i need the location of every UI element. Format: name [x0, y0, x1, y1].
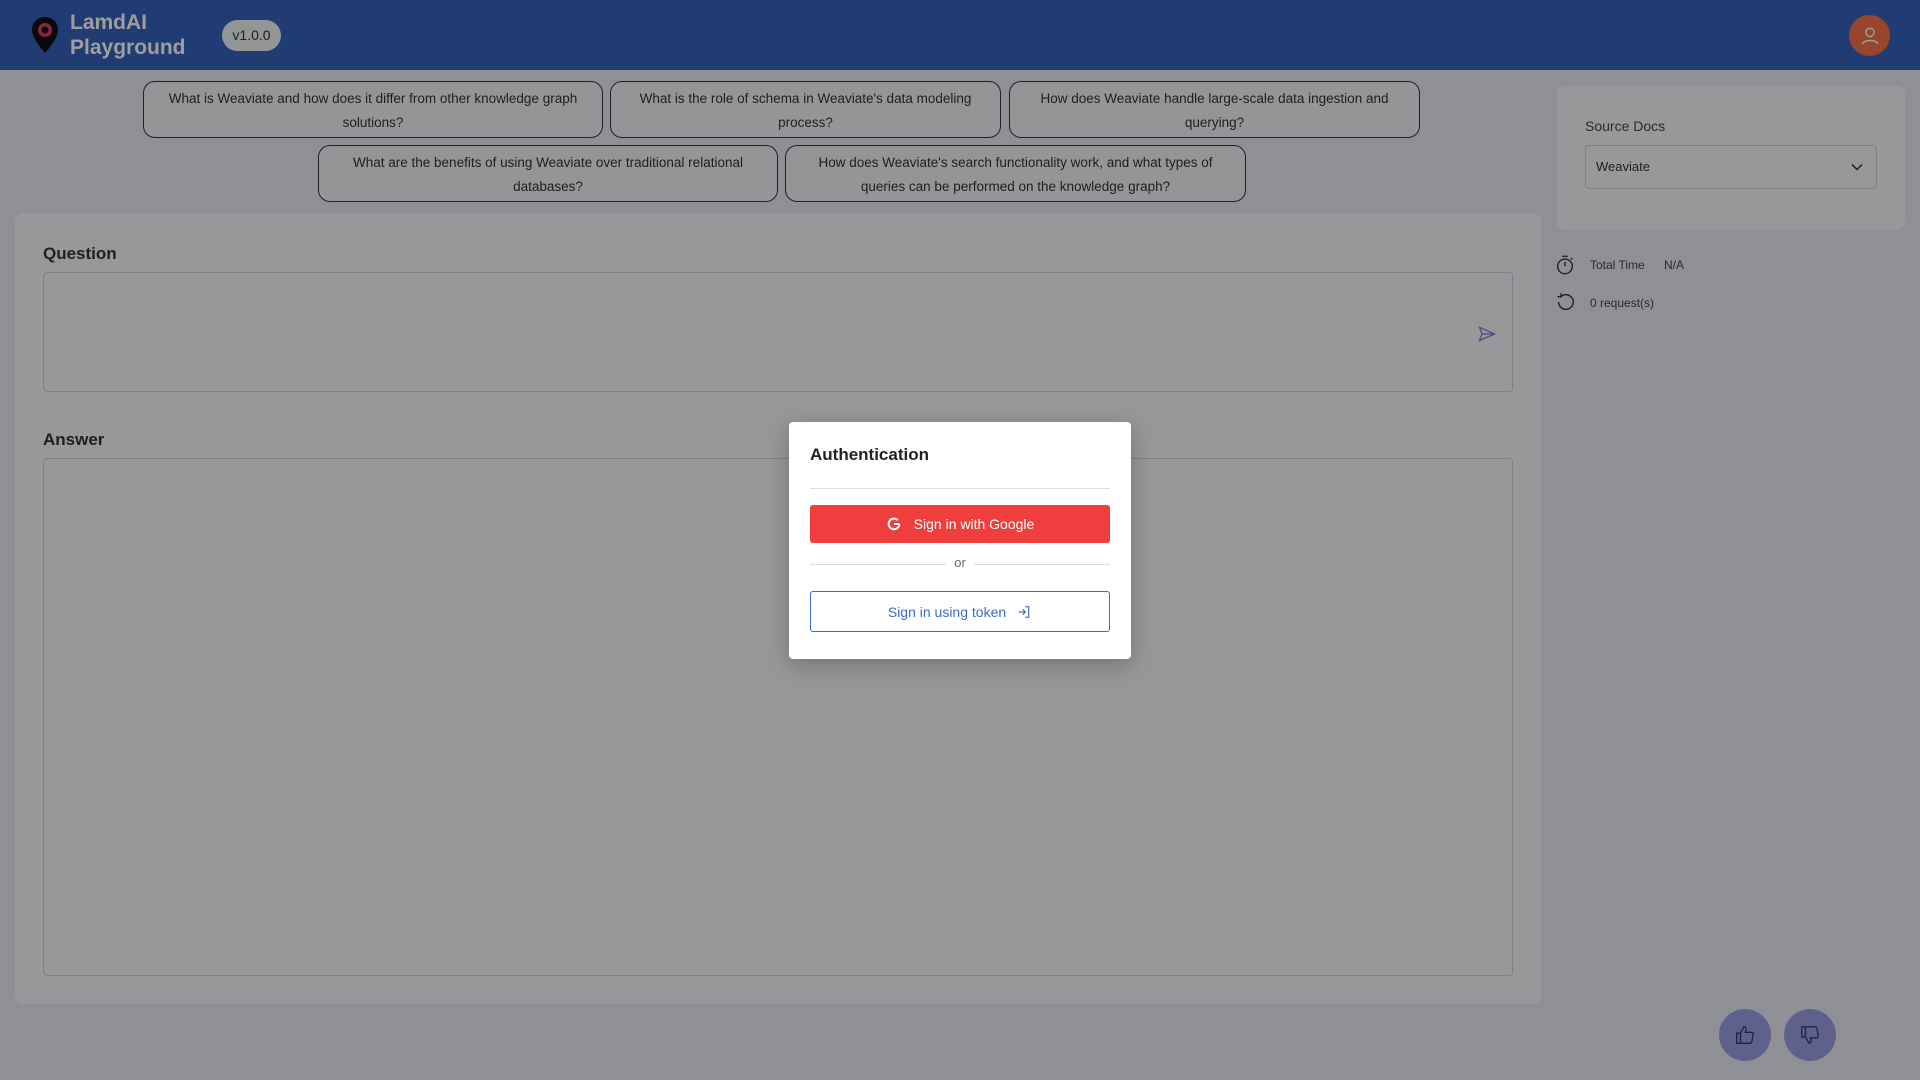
or-divider-left [810, 564, 946, 565]
sign-in-token-button[interactable]: Sign in using token [810, 591, 1110, 632]
sign-in-google-label: Sign in with Google [913, 516, 1035, 532]
google-icon [887, 517, 901, 531]
authentication-dialog: Authentication Sign in with Google or Si… [789, 422, 1131, 659]
sign-in-token-label: Sign in using token [887, 603, 1007, 620]
login-icon [1018, 605, 1030, 618]
or-separator: or [954, 555, 966, 570]
or-divider-right [974, 564, 1110, 565]
sign-in-google-button[interactable]: Sign in with Google [810, 505, 1110, 543]
dialog-divider [810, 488, 1110, 489]
dialog-title: Authentication [810, 445, 929, 464]
